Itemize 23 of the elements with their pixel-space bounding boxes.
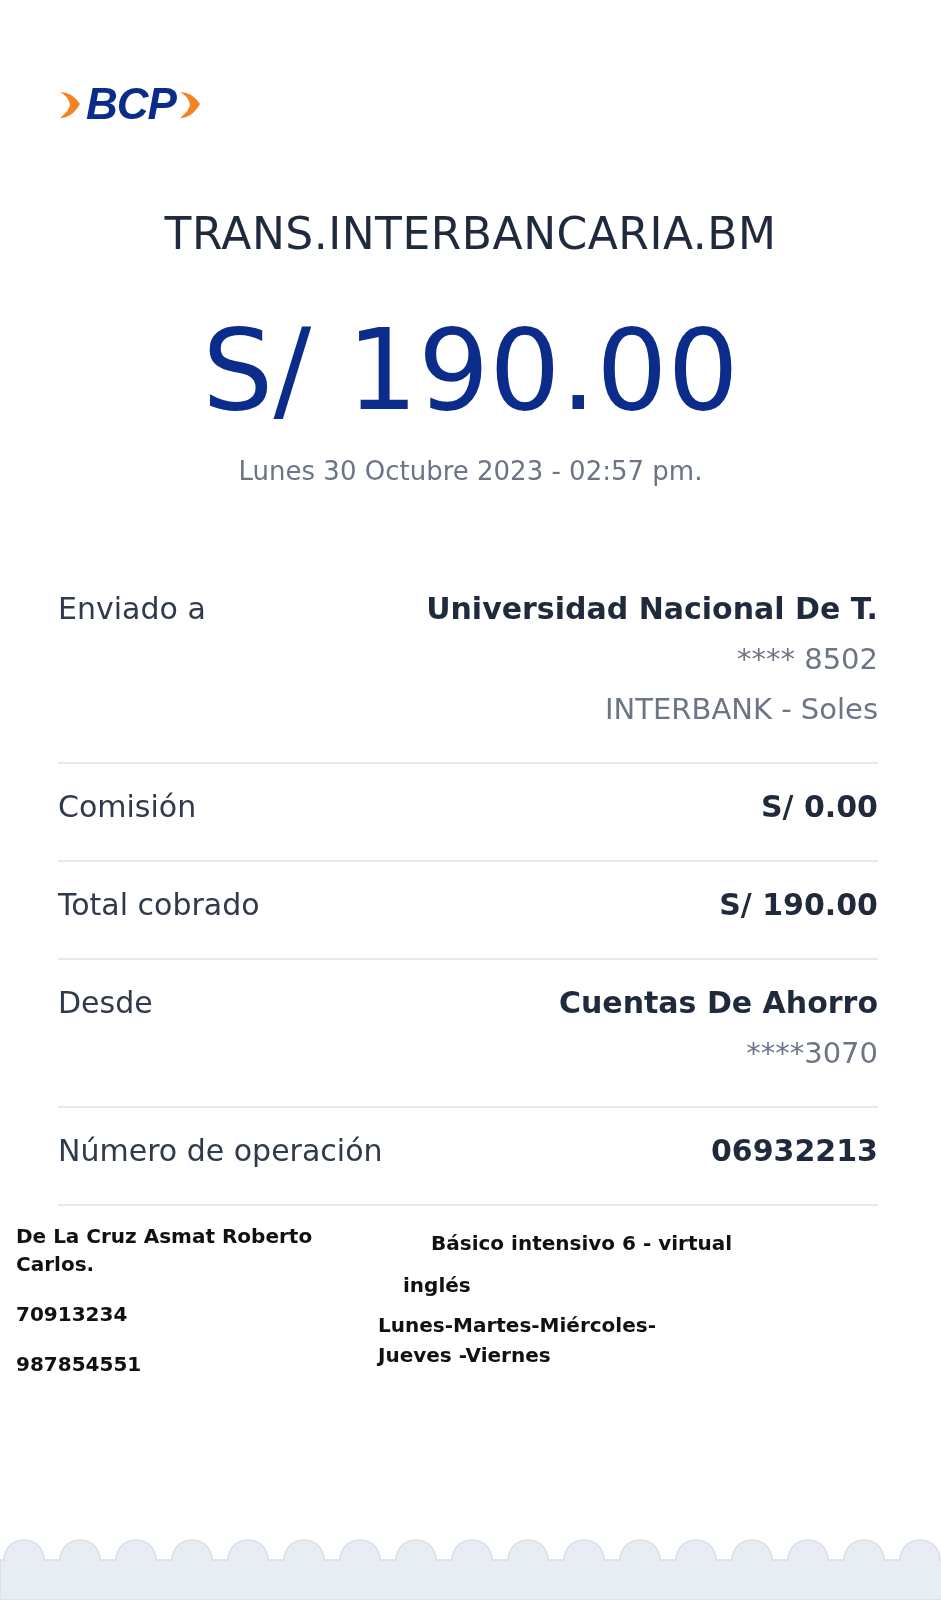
detail-value: S/ 190.00 — [719, 886, 878, 925]
detail-value: ****3070 — [746, 1035, 878, 1073]
detail-value: Cuentas De Ahorro — [558, 984, 878, 1023]
date-time: Lunes 30 Octubre 2023 - 02:57 pm. — [237, 456, 704, 487]
detail-label: Enviado a — [58, 590, 206, 629]
detail-label: Total cobrado — [58, 886, 260, 925]
detail-value: **** 8502 — [736, 641, 878, 679]
note-text: 70913234 — [16, 1301, 129, 1329]
note-text: De La Cruz Asmat Roberto Carlos. — [16, 1223, 314, 1279]
transaction-title: TRANS.INTERBANCARIA.BM — [163, 208, 778, 259]
detail-label: Número de operación — [58, 1132, 383, 1171]
note-text: Básico intensivo 6 - virtual — [430, 1230, 734, 1258]
detail-value: 06932213 — [711, 1132, 878, 1171]
note-text: inglés — [402, 1272, 472, 1300]
note-text: Lunes-Martes-Miércoles-Jueves -Viernes — [376, 1312, 657, 1370]
detail-label: Comisión — [58, 788, 197, 827]
bank-logo: BCP — [86, 82, 176, 126]
detail-value: INTERBANK - Soles — [605, 691, 878, 729]
amount: S/ 190.00 — [201, 309, 740, 433]
detail-value: S/ 0.00 — [760, 788, 878, 827]
note-text: 987854551 — [16, 1351, 143, 1379]
detail-value: Universidad Nacional De T. — [426, 590, 878, 629]
detail-label: Desde — [58, 984, 153, 1023]
